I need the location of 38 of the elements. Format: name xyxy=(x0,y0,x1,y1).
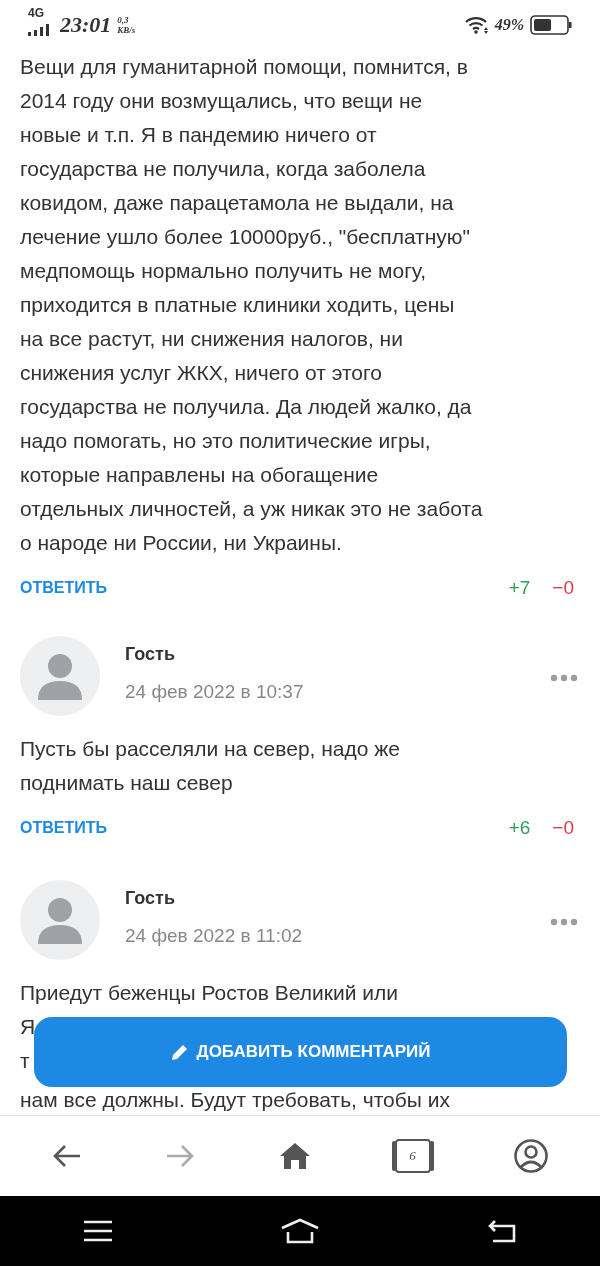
author-name: Гость xyxy=(125,888,176,909)
speed-value: 0,3 xyxy=(117,15,130,25)
comment-line: т xyxy=(20,1048,30,1074)
author-name: Гость xyxy=(125,644,176,665)
upvote-count[interactable]: +6 xyxy=(508,817,531,839)
upvote-count[interactable]: +7 xyxy=(508,577,531,599)
comment-line: поднимать наш север xyxy=(20,770,233,796)
comment-date: 24 фев 2022 в 11:02 xyxy=(125,925,304,947)
avatar-icon xyxy=(20,880,100,960)
comment-line: Я xyxy=(20,1014,36,1040)
pencil-icon xyxy=(170,1043,189,1061)
downvote-count[interactable]: −0 xyxy=(552,577,574,599)
downvote-count[interactable]: −0 xyxy=(552,817,574,839)
back-icon[interactable] xyxy=(51,1144,82,1168)
reply-link[interactable]: ОТВЕТИТЬ xyxy=(20,579,107,597)
reply-link[interactable]: ОТВЕТИТЬ xyxy=(20,819,107,837)
signal-icon xyxy=(28,24,50,36)
battery-icon xyxy=(530,15,572,35)
wifi-icon xyxy=(464,16,489,34)
profile-icon[interactable] xyxy=(514,1139,549,1173)
network-type: 4G xyxy=(28,6,44,20)
back-icon[interactable] xyxy=(486,1219,517,1243)
comment-line: Приедут беженцы Ростов Великий или xyxy=(20,980,398,1006)
more-icon[interactable] xyxy=(550,674,578,682)
speed-unit: KB/s xyxy=(117,25,136,35)
comment-date: 24 фев 2022 в 10:37 xyxy=(125,681,305,703)
tabs-button[interactable]: 6 xyxy=(394,1139,431,1173)
status-time: 23:01 xyxy=(60,12,112,38)
more-icon[interactable] xyxy=(550,918,578,926)
home-icon[interactable] xyxy=(279,1142,311,1170)
comment-text: Вещи для гуманитарной помощи, помнится, в 2014 году они возмущались, что вещи не новые и т.п. Я в пандемию ничего от государства не получила, когда заболела ковидом, даже парацетамола не выдали, на лечение ушло более 10000руб., "бесплатную" медпомощь нормально получить не могу, приходится в платные клиники ходить, цены на все растут, ни снижения налогов, ни снижения услуг ЖКХ, ничего от этого государства не получила. Да людей жалко, да надо помогать, но это политические игры, которые направлены на обогащение отдельных личностей, а уж никак это не забота о народе ни России, ни Украины. xyxy=(20,54,484,556)
home-icon[interactable] xyxy=(280,1218,320,1244)
comment-line: нам все должны. Будут требовать, чтобы их xyxy=(20,1087,450,1113)
comment-line: Пусть бы расселяли на север, надо же xyxy=(20,736,400,762)
avatar-icon xyxy=(20,636,100,716)
battery-percent: 49% xyxy=(494,16,524,34)
menu-icon[interactable] xyxy=(83,1220,114,1242)
add-comment-button[interactable]: ДОБАВИТЬ КОММЕНТАРИЙ xyxy=(34,1017,567,1087)
